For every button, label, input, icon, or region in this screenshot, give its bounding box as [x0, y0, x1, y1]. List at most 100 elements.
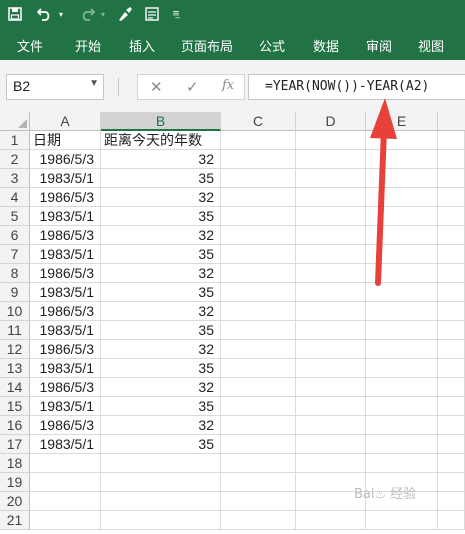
cell[interactable] — [296, 207, 366, 226]
cell[interactable] — [296, 511, 366, 530]
years-cell[interactable]: 32 — [101, 150, 221, 169]
cell[interactable] — [221, 397, 296, 416]
cell[interactable] — [438, 473, 465, 492]
cell[interactable] — [438, 454, 465, 473]
cell[interactable] — [366, 150, 438, 169]
date-cell[interactable]: 1986/5/3 — [30, 302, 101, 321]
years-cell[interactable]: 32 — [101, 226, 221, 245]
column-header-e[interactable]: E — [366, 112, 438, 131]
cell[interactable] — [366, 264, 438, 283]
undo-dropdown-icon[interactable]: ▾ — [57, 4, 65, 24]
cell[interactable] — [221, 283, 296, 302]
cell[interactable] — [221, 188, 296, 207]
cell[interactable] — [296, 150, 366, 169]
cell[interactable] — [438, 378, 465, 397]
date-cell[interactable]: 1986/5/3 — [30, 188, 101, 207]
years-cell[interactable]: 35 — [101, 397, 221, 416]
cell[interactable] — [366, 207, 438, 226]
cell[interactable] — [438, 492, 465, 511]
cell[interactable] — [438, 397, 465, 416]
cell[interactable] — [438, 150, 465, 169]
cell[interactable] — [296, 340, 366, 359]
cell[interactable] — [438, 511, 465, 530]
years-cell[interactable]: 32 — [101, 264, 221, 283]
cell[interactable] — [366, 245, 438, 264]
date-cell[interactable]: 1983/5/1 — [30, 207, 101, 226]
row-header[interactable]: 14 — [0, 378, 30, 397]
row-header[interactable]: 9 — [0, 283, 30, 302]
tab-formulas[interactable]: 公式 — [259, 36, 285, 55]
row-header[interactable]: 19 — [0, 473, 30, 492]
redo-dropdown-icon[interactable]: ▾ — [99, 4, 107, 24]
header-cell[interactable]: 日期 — [30, 131, 101, 150]
row-header[interactable]: 20 — [0, 492, 30, 511]
cell[interactable] — [296, 416, 366, 435]
cell[interactable] — [30, 454, 101, 473]
years-cell[interactable]: 32 — [101, 340, 221, 359]
form-icon[interactable] — [142, 4, 162, 24]
years-cell[interactable]: 35 — [101, 245, 221, 264]
row-header[interactable]: 5 — [0, 207, 30, 226]
cell[interactable] — [221, 473, 296, 492]
date-cell[interactable]: 1986/5/3 — [30, 150, 101, 169]
cell[interactable] — [296, 454, 366, 473]
years-cell[interactable]: 35 — [101, 283, 221, 302]
cell[interactable] — [101, 492, 221, 511]
date-cell[interactable]: 1983/5/1 — [30, 359, 101, 378]
cell[interactable] — [366, 397, 438, 416]
cell[interactable] — [221, 378, 296, 397]
select-all-corner[interactable] — [0, 112, 30, 131]
column-header-a[interactable]: A — [30, 112, 101, 131]
cell[interactable] — [438, 416, 465, 435]
row-header[interactable]: 4 — [0, 188, 30, 207]
worksheet-grid[interactable]: A B C D E 1 日期 距离今天的年数 2 1986/5/3 32 3 1983/5/1… — [0, 112, 465, 534]
row-header[interactable]: 1 — [0, 131, 30, 150]
years-cell[interactable]: 35 — [101, 321, 221, 340]
years-cell[interactable]: 35 — [101, 435, 221, 454]
cell[interactable] — [366, 283, 438, 302]
cell[interactable] — [296, 245, 366, 264]
cell[interactable] — [438, 435, 465, 454]
cell[interactable] — [366, 188, 438, 207]
row-header[interactable]: 10 — [0, 302, 30, 321]
cell[interactable] — [221, 207, 296, 226]
date-cell[interactable]: 1983/5/1 — [30, 321, 101, 340]
cell[interactable] — [438, 264, 465, 283]
date-cell[interactable]: 1986/5/3 — [30, 264, 101, 283]
tab-file[interactable]: 文件 — [17, 36, 43, 55]
cell[interactable] — [366, 416, 438, 435]
cell[interactable] — [438, 131, 465, 150]
row-header[interactable]: 11 — [0, 321, 30, 340]
cell[interactable] — [438, 302, 465, 321]
cell[interactable] — [221, 340, 296, 359]
tab-page-layout[interactable]: 页面布局 — [181, 36, 233, 55]
years-cell[interactable]: 32 — [101, 378, 221, 397]
cell[interactable] — [221, 226, 296, 245]
cell[interactable] — [221, 359, 296, 378]
cell[interactable] — [296, 378, 366, 397]
cell[interactable] — [438, 340, 465, 359]
date-cell[interactable]: 1986/5/3 — [30, 378, 101, 397]
date-cell[interactable]: 1983/5/1 — [30, 397, 101, 416]
cell[interactable] — [296, 264, 366, 283]
cell[interactable] — [366, 454, 438, 473]
tab-data[interactable]: 数据 — [313, 36, 339, 55]
cell[interactable] — [221, 454, 296, 473]
years-cell[interactable]: 35 — [101, 169, 221, 188]
row-header[interactable]: 6 — [0, 226, 30, 245]
date-cell[interactable]: 1983/5/1 — [30, 245, 101, 264]
cell[interactable] — [221, 511, 296, 530]
date-cell[interactable]: 1983/5/1 — [30, 169, 101, 188]
years-cell[interactable]: 32 — [101, 416, 221, 435]
cell[interactable] — [296, 188, 366, 207]
cell[interactable] — [366, 435, 438, 454]
formula-input[interactable]: =YEAR(NOW())-YEAR(A2) — [248, 74, 465, 100]
column-header-c[interactable]: C — [221, 112, 296, 131]
cell[interactable] — [296, 169, 366, 188]
cell[interactable] — [366, 340, 438, 359]
customize-icon[interactable]: ≡̲ — [170, 4, 182, 24]
cell[interactable] — [221, 302, 296, 321]
header-cell[interactable]: 距离今天的年数 — [101, 131, 221, 150]
years-cell[interactable]: 32 — [101, 188, 221, 207]
date-cell[interactable]: 1983/5/1 — [30, 435, 101, 454]
